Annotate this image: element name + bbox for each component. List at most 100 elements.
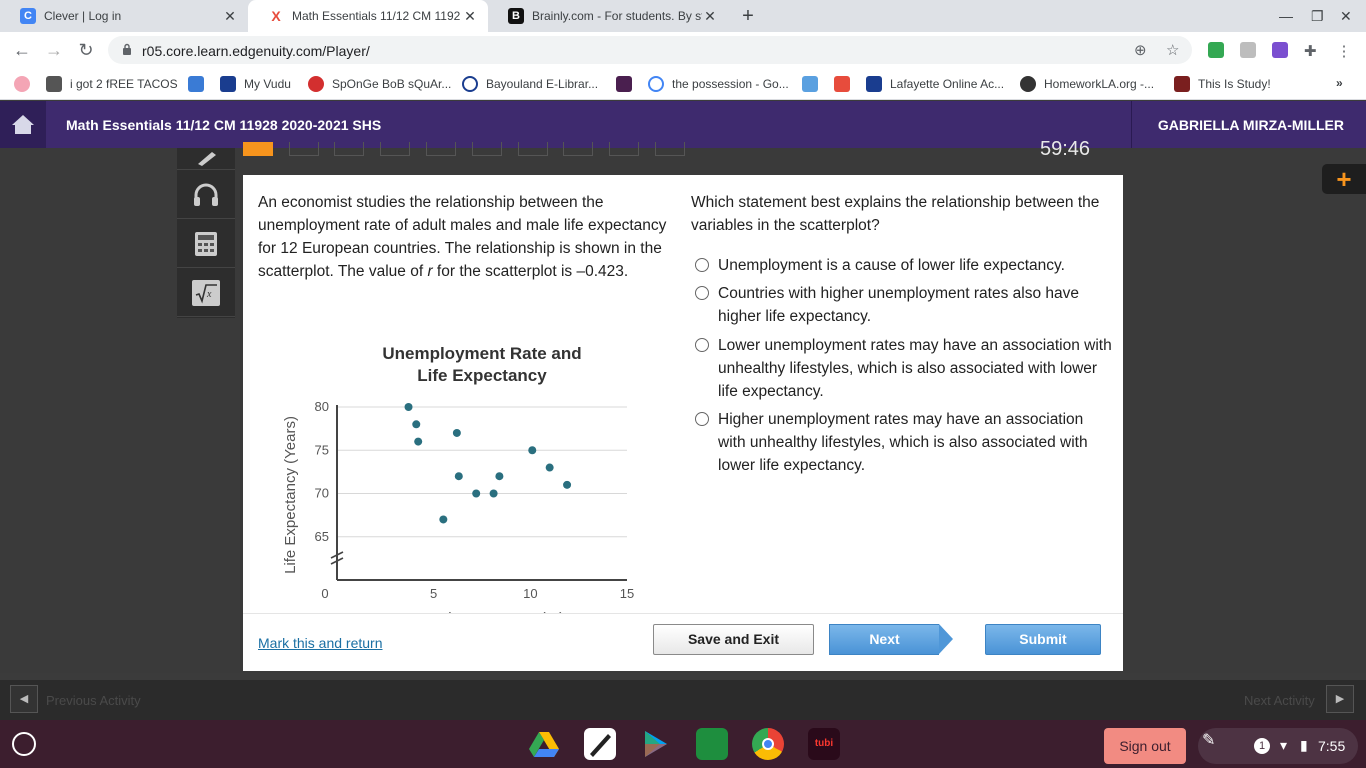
tab-edgenuity[interactable]: X Math Essentials 11/12 CM 1192 ✕ — [248, 0, 488, 32]
bookmark-tacos[interactable]: i got 2 fREE TACOS — [46, 76, 178, 92]
mark-and-return-link[interactable]: Mark this and return — [258, 635, 383, 651]
globe-icon — [1020, 76, 1036, 92]
question-nav-current[interactable] — [243, 142, 273, 156]
audio-tool[interactable] — [177, 171, 235, 219]
bookmark-tools[interactable] — [188, 76, 212, 92]
tab-clever[interactable]: C Clever | Log in ✕ — [0, 0, 248, 32]
question-nav-item[interactable] — [289, 142, 319, 156]
extensions-puzzle-icon[interactable]: ✚ — [1304, 42, 1320, 60]
y-tick-label: 75 — [315, 442, 329, 457]
previous-activity-label[interactable]: Previous Activity — [46, 693, 141, 708]
bookmark-possession[interactable]: the possession - Go... — [648, 76, 789, 92]
back-icon[interactable]: ← — [10, 38, 34, 62]
radio-button[interactable] — [695, 286, 709, 300]
more-bookmarks-icon[interactable]: » — [1336, 76, 1343, 90]
bookmark-bayouland[interactable]: Bayouland E-Librar... — [462, 76, 598, 92]
status-tray[interactable]: ✎ 1 ▾ ▮ 7:55 — [1198, 728, 1358, 764]
play-logo — [645, 731, 667, 757]
next-activity-button[interactable]: ▶ — [1326, 685, 1354, 713]
restore-icon[interactable]: ❐ — [1311, 8, 1324, 25]
timer: 59:46 — [1040, 138, 1091, 160]
radio-button[interactable] — [695, 338, 709, 352]
x-tick-label: 0 — [321, 586, 328, 601]
course-title: Math Essentials 11/12 CM 11928 2020-2021… — [66, 117, 382, 133]
chrome-center — [762, 738, 774, 750]
data-point — [545, 463, 554, 472]
tool-sidebar: x — [177, 148, 235, 318]
next-activity-label[interactable]: Next Activity — [1244, 693, 1315, 708]
expand-tools-button[interactable]: + — [1322, 164, 1366, 194]
address-bar[interactable]: r05.core.learn.edgenuity.com/Player/ ⊕ ☆ — [108, 36, 1192, 64]
question-nav-item[interactable] — [380, 142, 410, 156]
forward-icon[interactable]: → — [42, 38, 66, 62]
question-nav-item[interactable] — [518, 142, 548, 156]
os-shelf: tubi Sign out ✎ 1 ▾ ▮ 7:55 — [0, 720, 1366, 768]
bookmark-snowflake[interactable] — [802, 76, 826, 92]
tab-brainly[interactable]: B Brainly.com - For students. By st ✕ — [488, 0, 728, 32]
bookmark-lafayette[interactable]: Lafayette Online Ac... — [866, 76, 1004, 92]
chrome-icon[interactable] — [752, 728, 784, 760]
x-tick-label: 15 — [620, 586, 634, 601]
classroom-extension-icon[interactable] — [1208, 42, 1224, 58]
pig-icon — [14, 76, 30, 92]
rewordify-extension-icon[interactable] — [1272, 42, 1288, 58]
google-classroom-icon[interactable] — [696, 728, 728, 760]
bookmark-this-is-study[interactable]: This Is Study! — [1174, 76, 1271, 92]
formula-tool[interactable]: x — [177, 269, 235, 317]
canvas-app-icon[interactable] — [584, 728, 616, 760]
question-nav-item[interactable] — [426, 142, 456, 156]
chart-title-line: Life Expectancy — [417, 366, 547, 385]
radio-button[interactable] — [695, 412, 709, 426]
radio-button[interactable] — [695, 258, 709, 272]
new-tab-button[interactable]: + — [736, 4, 760, 28]
question-nav-item[interactable] — [334, 142, 364, 156]
pencil-icon — [198, 151, 216, 166]
previous-activity-button[interactable]: ◀ — [10, 685, 38, 713]
y-tick-label: 80 — [315, 399, 329, 414]
answer-option-2[interactable]: Countries with higher unemployment rates… — [695, 282, 1115, 328]
launcher-icon[interactable] — [12, 732, 36, 756]
close-tab-icon[interactable]: ✕ — [222, 8, 238, 25]
tubi-icon[interactable]: tubi — [808, 728, 840, 760]
bookmark-pig[interactable] — [14, 76, 38, 92]
bookmark-vudu[interactable]: My Vudu — [220, 76, 291, 92]
play-store-icon[interactable] — [640, 728, 672, 760]
question-nav-item[interactable] — [609, 142, 639, 156]
question-card: An economist studies the relationship be… — [243, 175, 1123, 671]
extension-icon[interactable] — [1240, 42, 1256, 58]
bookmark-edgenuity[interactable] — [834, 76, 858, 92]
vudu-icon — [220, 76, 236, 92]
pencil-tool[interactable] — [177, 148, 235, 170]
variable-r: r — [427, 263, 433, 280]
bookmark-star-icon[interactable]: ☆ — [1166, 41, 1179, 59]
google-drive-icon[interactable] — [528, 728, 560, 760]
reload-icon[interactable]: ↻ — [74, 38, 98, 62]
stylus-icon[interactable]: ✎ — [1202, 730, 1215, 750]
minimize-icon[interactable]: — — [1279, 8, 1293, 24]
menu-dots-icon[interactable]: ⋮ — [1336, 42, 1352, 60]
question-nav-item[interactable] — [472, 142, 502, 156]
close-tab-icon[interactable]: ✕ — [702, 8, 718, 25]
save-and-exit-button[interactable]: Save and Exit — [653, 624, 814, 655]
bookmark-quizlet[interactable] — [616, 76, 640, 92]
question-nav-item[interactable] — [563, 142, 593, 156]
question-icon — [1174, 76, 1190, 92]
answer-option-1[interactable]: Unemployment is a cause of lower life ex… — [695, 254, 1115, 277]
bookmark-homeworkla[interactable]: HomeworkLA.org -... — [1020, 76, 1154, 92]
y-axis-label: Life Expectancy (Years) — [282, 416, 299, 574]
user-name[interactable]: GABRIELLA MIRZA-MILLER — [1158, 117, 1344, 133]
bookmark-spongebob[interactable]: SpOnGe BoB sQuAr... — [308, 76, 451, 92]
question-nav-item[interactable] — [655, 142, 685, 156]
zoom-icon[interactable]: ⊕ — [1134, 41, 1147, 59]
close-window-icon[interactable]: ✕ — [1340, 8, 1352, 25]
home-button[interactable] — [0, 101, 46, 148]
calculator-tool[interactable] — [177, 220, 235, 268]
calculator-icon — [195, 231, 217, 256]
data-point — [412, 420, 421, 429]
answer-option-4[interactable]: Higher unemployment rates may have an as… — [695, 408, 1115, 477]
close-tab-icon[interactable]: ✕ — [462, 8, 478, 25]
sign-out-button[interactable]: Sign out — [1104, 728, 1186, 764]
answer-option-3[interactable]: Lower unemployment rates may have an ass… — [695, 334, 1115, 403]
next-button[interactable]: Next — [829, 624, 955, 655]
submit-button[interactable]: Submit — [985, 624, 1101, 655]
